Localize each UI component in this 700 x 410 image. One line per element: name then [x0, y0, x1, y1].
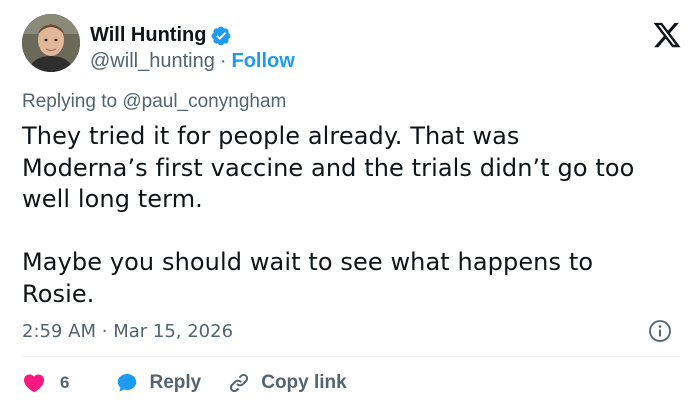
link-icon [230, 373, 249, 393]
name-row: Will Hunting [90, 24, 232, 47]
follow-button[interactable]: Follow [232, 50, 295, 73]
x-logo-icon[interactable] [652, 20, 682, 50]
tweet-time: 2:59 AM [22, 320, 96, 342]
tweet-date: Mar 15, 2026 [113, 320, 234, 342]
user-handle[interactable]: @will_hunting [90, 50, 215, 73]
like-button[interactable]: 6 [22, 371, 89, 395]
reply-label: Reply [149, 372, 202, 393]
replying-prefix: Replying to [22, 91, 118, 112]
replying-mention[interactable]: @paul_conyngham [122, 91, 286, 112]
tweet-text: They tried it for people already. That w… [22, 122, 635, 308]
heart-icon [23, 374, 45, 393]
speech-bubble-icon [118, 374, 137, 392]
avatar-photo [22, 14, 80, 72]
copy-link-button[interactable]: Copy link [227, 371, 347, 395]
time-separator: · [101, 320, 108, 342]
tweet-meta: 2:59 AM · Mar 15, 2026 [22, 316, 678, 346]
divider [22, 356, 678, 357]
verified-badge-icon [210, 25, 232, 47]
handle-row: @will_hunting · Follow [90, 50, 295, 73]
action-bar: 6 Reply Copy link [22, 368, 373, 398]
like-count: 6 [60, 373, 70, 392]
tweet-header: Will Hunting @will_hunting · Follow [22, 14, 682, 80]
timestamp[interactable]: 2:59 AM · Mar 15, 2026 [22, 321, 233, 342]
replying-to: Replying to @paul_conyngham [22, 91, 286, 113]
info-icon[interactable] [648, 319, 672, 343]
display-name[interactable]: Will Hunting [90, 24, 206, 47]
separator-dot: · [219, 50, 227, 72]
avatar[interactable] [22, 14, 80, 72]
copy-link-label: Copy link [261, 372, 347, 393]
reply-button[interactable]: Reply [115, 371, 201, 395]
